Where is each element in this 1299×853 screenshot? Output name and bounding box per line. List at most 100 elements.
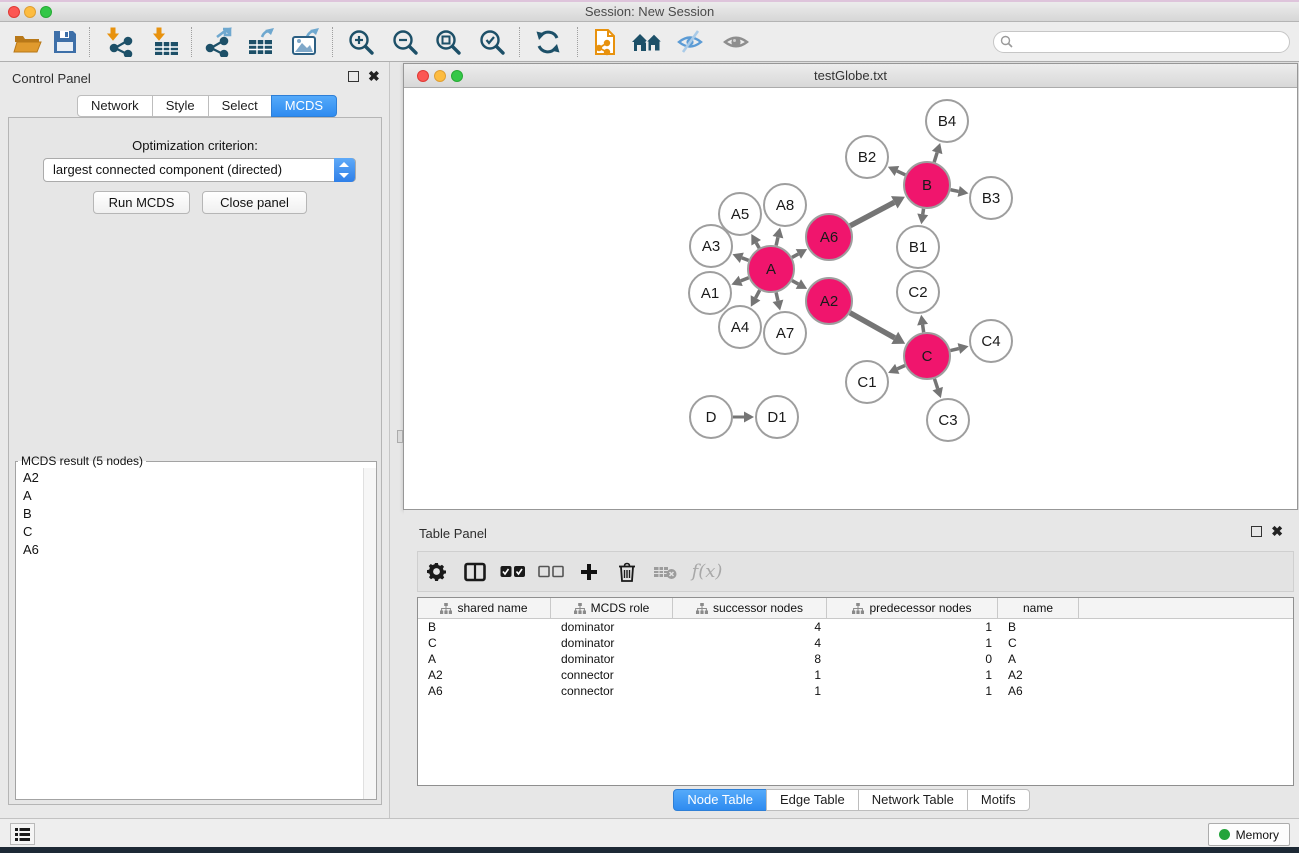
table-row[interactable]: Bdominator41B [418,619,1293,635]
graph-edge-A-A6[interactable] [792,254,798,257]
table-row[interactable]: Cdominator41C [418,635,1293,651]
tab-style[interactable]: Style [152,95,209,117]
hide-selected-eye-icon[interactable] [673,25,707,59]
graph-edge-A6-B[interactable] [850,202,894,225]
graph-edge-A-A3[interactable] [742,258,749,261]
save-session-icon[interactable] [48,25,82,59]
column-header-name[interactable]: name [998,598,1079,618]
tab-network-table[interactable]: Network Table [858,789,968,811]
column-header-successor-nodes[interactable]: successor nodes [673,598,827,618]
close-traffic-light[interactable] [8,6,20,18]
zoom-in-icon[interactable] [344,25,378,59]
result-item[interactable]: A2 [16,468,376,486]
network-window-titlebar[interactable]: testGlobe.txt [404,64,1297,88]
graph-edge-A-A4[interactable] [756,290,760,298]
import-table-icon[interactable] [149,25,183,59]
float-panel-icon[interactable] [348,71,359,82]
zoom-fit-icon[interactable] [431,25,465,59]
graph-edge-A-A5[interactable] [756,243,759,248]
search-input[interactable] [993,31,1290,53]
graph-node-B1[interactable]: B1 [897,226,939,268]
minimize-traffic-light[interactable] [24,6,36,18]
graph-edge-B-B2[interactable] [897,171,905,175]
result-item[interactable]: A6 [16,540,376,558]
export-image-icon[interactable] [288,25,322,59]
graph-node-C2[interactable]: C2 [897,271,939,313]
zoom-out-icon[interactable] [388,25,422,59]
settings-gear-icon[interactable] [418,562,456,582]
close-traffic-light[interactable] [417,70,429,82]
table-row[interactable]: A6connector11A6 [418,683,1293,699]
import-network-icon[interactable] [103,25,137,59]
refresh-icon[interactable] [531,25,565,59]
zoom-traffic-light[interactable] [451,70,463,82]
graph-edge-C-C1[interactable] [897,366,905,369]
column-header-shared-name[interactable]: shared name [418,598,551,618]
graph-node-A4[interactable]: A4 [719,306,761,348]
graph-edge-A-A8[interactable] [776,237,778,245]
delete-table-icon[interactable] [646,564,684,580]
export-table-icon[interactable] [244,25,278,59]
delete-row-icon[interactable] [608,562,646,582]
graph-edge-B-B3[interactable] [951,190,959,192]
column-header-predecessor-nodes[interactable]: predecessor nodes [827,598,998,618]
graph-node-B2[interactable]: B2 [846,136,888,178]
export-network-icon[interactable] [201,25,235,59]
result-list-scrollbar[interactable] [363,468,376,799]
graph-edge-C-C4[interactable] [950,349,959,351]
open-session-icon[interactable] [10,25,44,59]
graph-node-B[interactable]: B [904,162,950,208]
tab-edge-table[interactable]: Edge Table [766,789,859,811]
graph-node-A3[interactable]: A3 [690,225,732,267]
tab-motifs[interactable]: Motifs [967,789,1030,811]
close-panel-icon[interactable]: ✖ [1271,526,1283,537]
home-icon[interactable] [630,25,664,59]
graph-node-A1[interactable]: A1 [689,272,731,314]
deselect-all-icon[interactable] [532,565,570,578]
graph-node-D[interactable]: D [690,396,732,438]
graph-edge-A2-C[interactable] [850,313,895,338]
function-builder-icon[interactable]: f(x) [684,561,730,582]
graph-node-A5[interactable]: A5 [719,193,761,235]
graph-node-C[interactable]: C [904,333,950,379]
minimize-traffic-light[interactable] [434,70,446,82]
result-item[interactable]: C [16,522,376,540]
tab-network[interactable]: Network [77,95,153,117]
graph-edge-A-A7[interactable] [776,292,778,300]
graph-node-B3[interactable]: B3 [970,177,1012,219]
graph-node-A6[interactable]: A6 [806,214,852,260]
graph-edge-B-B1[interactable] [923,209,924,215]
graph-edge-C-C2[interactable] [923,325,924,333]
graph-edge-A-A1[interactable] [741,278,749,281]
graph-edge-C-C3[interactable] [934,379,937,389]
float-panel-icon[interactable] [1251,526,1262,537]
graph-node-A2[interactable]: A2 [806,278,852,324]
show-eye-icon[interactable] [719,25,753,59]
network-from-file-icon[interactable] [588,25,622,59]
column-header-MCDS-role[interactable]: MCDS role [551,598,673,618]
zoom-selected-icon[interactable] [475,25,509,59]
graph-node-D1[interactable]: D1 [756,396,798,438]
show-columns-icon[interactable] [456,562,494,582]
result-item[interactable]: A [16,486,376,504]
run-mcds-button[interactable]: Run MCDS [93,191,190,214]
close-panel-button[interactable]: Close panel [202,191,307,214]
graph-node-B4[interactable]: B4 [926,100,968,142]
graph-edge-A-A2[interactable] [792,281,798,284]
result-item[interactable]: B [16,504,376,522]
tab-mcds[interactable]: MCDS [271,95,337,117]
zoom-traffic-light[interactable] [40,6,52,18]
memory-button[interactable]: Memory [1208,823,1290,846]
table-row[interactable]: Adominator80A [418,651,1293,667]
criterion-dropdown[interactable]: largest connected component (directed) [43,158,356,182]
close-panel-icon[interactable]: ✖ [368,71,380,82]
graph-node-C4[interactable]: C4 [970,320,1012,362]
graph-canvas[interactable]: AA1A2A3A4A5A6A7A8BB1B2B3B4CC1C2C3C4DD1 [404,88,1297,509]
vertical-scroll-nub[interactable] [397,430,403,443]
graph-node-C1[interactable]: C1 [846,361,888,403]
graph-node-A[interactable]: A [748,246,794,292]
tab-node-table[interactable]: Node Table [673,789,767,811]
graph-node-C3[interactable]: C3 [927,399,969,441]
select-all-icon[interactable] [494,565,532,578]
graph-node-A8[interactable]: A8 [764,184,806,226]
